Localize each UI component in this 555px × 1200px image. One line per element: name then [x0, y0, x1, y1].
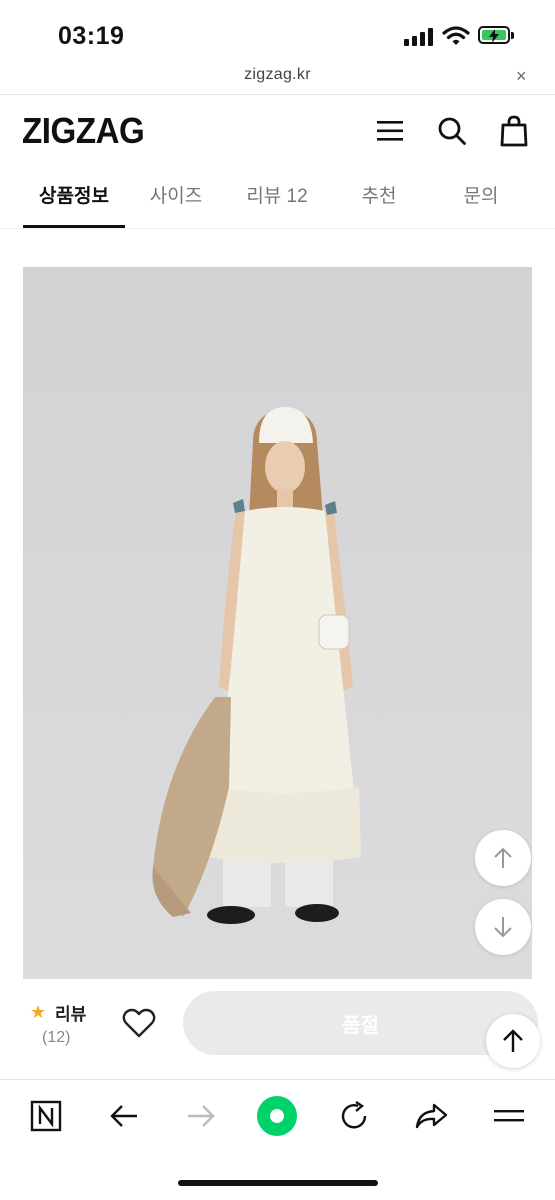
close-icon[interactable]: ×: [516, 66, 527, 87]
cellular-signal-icon: [404, 28, 433, 46]
battery-tip: [511, 32, 514, 39]
green-dot-icon[interactable]: [255, 1094, 299, 1138]
divider: [0, 94, 555, 95]
url-text[interactable]: zigzag.kr: [0, 66, 555, 84]
divider: [0, 1079, 555, 1080]
menu-icon[interactable]: [373, 112, 407, 150]
tab-recommend[interactable]: 추천: [329, 181, 429, 208]
review-label[interactable]: 리뷰: [55, 1000, 86, 1025]
tab-reviews[interactable]: 리뷰 12: [227, 181, 327, 208]
product-image[interactable]: [23, 267, 532, 979]
heart-icon[interactable]: [122, 1008, 156, 1045]
star-icon: ★: [30, 1002, 47, 1022]
scroll-down-button[interactable]: [475, 899, 531, 955]
home-indicator: [178, 1180, 378, 1186]
arrow-down-icon: [494, 917, 512, 938]
battery-icon: [478, 26, 510, 44]
scroll-to-top-button[interactable]: [486, 1014, 540, 1068]
tab-product-info[interactable]: 상품정보: [24, 181, 124, 208]
search-icon[interactable]: [435, 112, 469, 150]
wifi-icon: [442, 25, 470, 52]
review-count[interactable]: (12): [42, 1029, 70, 1047]
tab-inquiry[interactable]: 문의: [431, 181, 531, 208]
forward-arrow-icon[interactable]: [179, 1094, 223, 1138]
status-time: 03:19: [58, 22, 125, 50]
soldout-button[interactable]: 품절: [183, 991, 538, 1055]
divider: [0, 228, 555, 229]
naver-icon[interactable]: [24, 1094, 68, 1138]
scroll-up-button[interactable]: [475, 830, 531, 886]
back-arrow-icon[interactable]: [102, 1094, 146, 1138]
share-icon[interactable]: [409, 1094, 453, 1138]
menu-lines-icon[interactable]: [487, 1094, 531, 1138]
refresh-icon[interactable]: [332, 1094, 376, 1138]
arrow-up-icon: [494, 847, 512, 868]
tab-size[interactable]: 사이즈: [126, 181, 226, 208]
zigzag-logo[interactable]: ZIGZAG: [22, 110, 145, 152]
shopping-bag-icon[interactable]: [497, 112, 531, 150]
arrow-up-icon: [503, 1029, 523, 1052]
